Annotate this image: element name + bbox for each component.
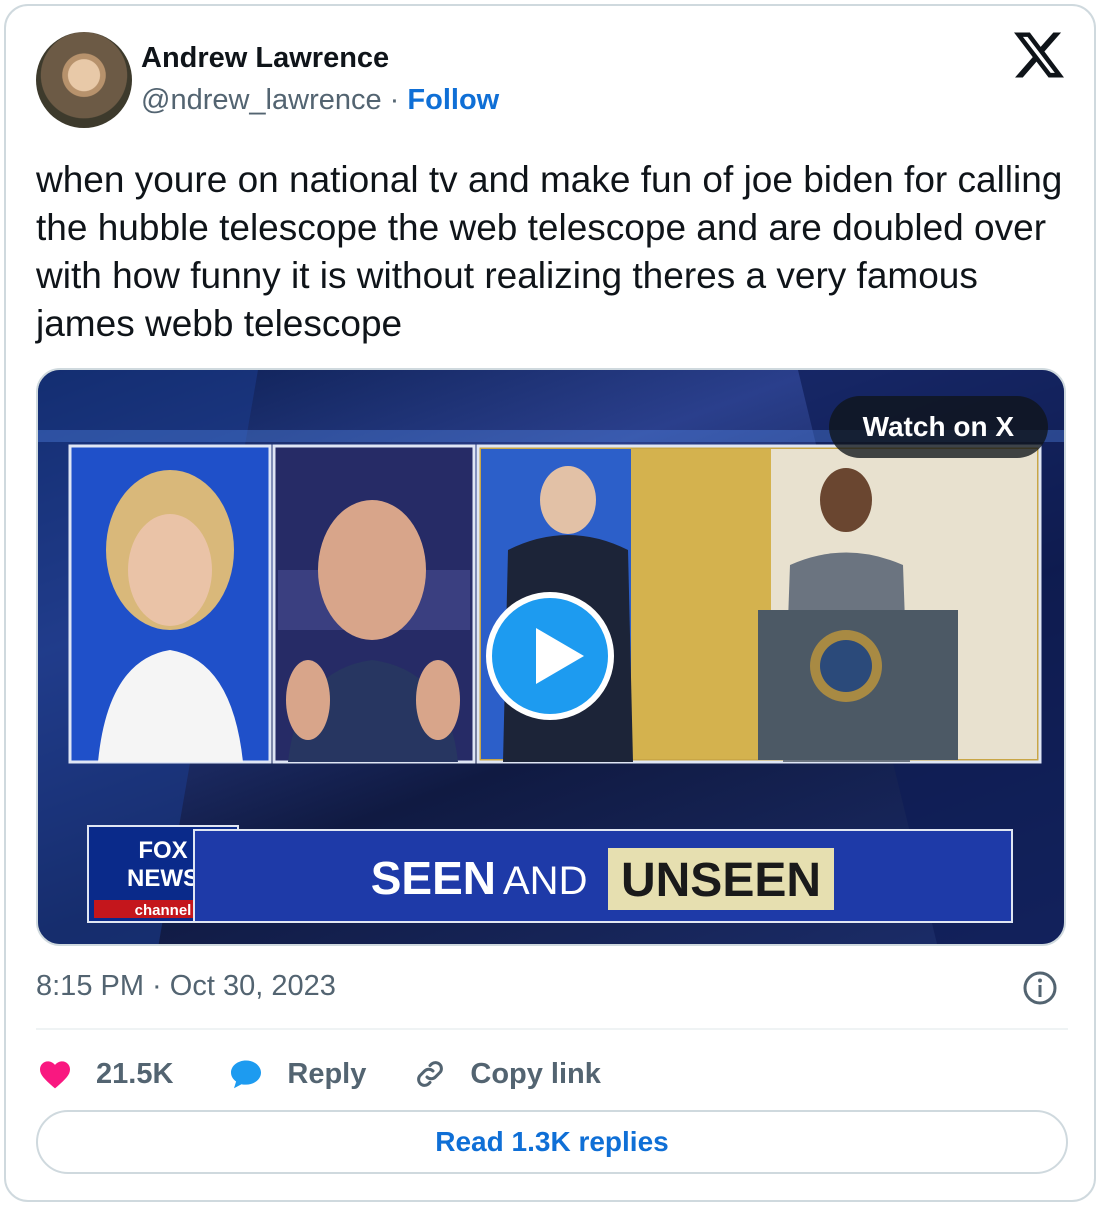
reply-label: Reply — [287, 1057, 367, 1090]
copy-link-button[interactable]: Copy link — [412, 1056, 601, 1092]
divider — [36, 1028, 1068, 1030]
action-bar: 21.5K Reply Copy link — [36, 1052, 601, 1096]
chyron-unseen: UNSEEN — [621, 854, 821, 907]
info-icon[interactable] — [1022, 970, 1058, 1006]
heart-icon — [40, 1061, 70, 1089]
play-button[interactable] — [486, 592, 614, 720]
video-thumbnail[interactable]: FOX NEWS channel SEEN AND UNSEEN Watch o… — [36, 368, 1066, 946]
tweet-text: when youre on national tv and make fun o… — [36, 159, 1063, 344]
author-name[interactable]: Andrew Lawrence — [141, 42, 389, 75]
like-button[interactable]: 21.5K — [36, 1056, 173, 1092]
handle-separator: · — [389, 84, 400, 116]
play-icon — [536, 628, 584, 684]
author-handle-row: @ndrew_lawrence · Follow — [141, 84, 499, 117]
reply-button[interactable]: Reply — [227, 1056, 366, 1092]
copy-link-label: Copy link — [470, 1057, 601, 1090]
tweet-card: Andrew Lawrence @ndrew_lawrence · Follow… — [4, 4, 1096, 1202]
like-count: 21.5K — [96, 1057, 174, 1090]
chyron-and: AND — [503, 859, 587, 903]
x-logo-icon[interactable] — [1014, 30, 1064, 80]
network-line1: FOX — [138, 837, 187, 864]
author-avatar[interactable] — [36, 32, 132, 128]
link-icon — [417, 1061, 444, 1087]
author-handle[interactable]: @ndrew_lawrence — [141, 84, 382, 116]
network-line3: channel — [135, 902, 192, 919]
tweet-timestamp[interactable]: 8:15 PM · Oct 30, 2023 — [36, 970, 336, 1003]
network-line2: NEWS — [127, 865, 199, 892]
reply-bubble-icon — [231, 1060, 262, 1089]
watch-on-x-button[interactable]: Watch on X — [828, 396, 1048, 458]
read-replies-button[interactable]: Read 1.3K replies — [36, 1110, 1068, 1174]
chyron — [193, 829, 1013, 923]
follow-button[interactable]: Follow — [407, 84, 499, 116]
chyron-seen: SEEN — [371, 852, 496, 904]
